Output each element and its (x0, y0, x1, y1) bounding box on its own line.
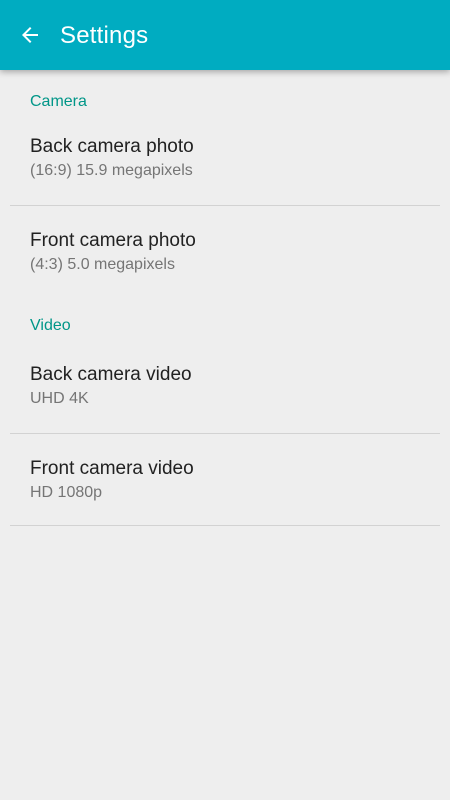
pref-front-camera-video[interactable]: Front camera video HD 1080p (0, 434, 450, 526)
arrow-back-icon (22, 27, 38, 43)
divider (10, 525, 440, 526)
pref-title: Front camera photo (30, 230, 196, 251)
pref-title: Back camera video (30, 364, 192, 385)
pref-summary: (4:3) 5.0 megapixels (30, 256, 175, 273)
back-button[interactable] (8, 13, 52, 57)
pref-back-camera-photo[interactable]: Back camera photo (16:9) 15.9 megapixels (0, 136, 450, 206)
pref-summary: HD 1080p (30, 484, 103, 501)
pref-summary: UHD 4K (30, 390, 89, 407)
app-bar: Settings (0, 0, 450, 70)
pref-back-camera-video[interactable]: Back camera video UHD 4K (0, 364, 450, 434)
page-title: Settings (60, 22, 149, 49)
pref-front-camera-photo[interactable]: Front camera photo (4:3) 5.0 megapixels (0, 206, 450, 298)
pref-summary: (16:9) 15.9 megapixels (30, 162, 193, 179)
pref-title: Front camera video (30, 458, 194, 479)
pref-title: Back camera photo (30, 136, 194, 157)
section-header-video: Video (30, 317, 71, 334)
settings-list: Camera Back camera photo (16:9) 15.9 meg… (0, 70, 450, 526)
section-header-camera: Camera (30, 93, 87, 110)
